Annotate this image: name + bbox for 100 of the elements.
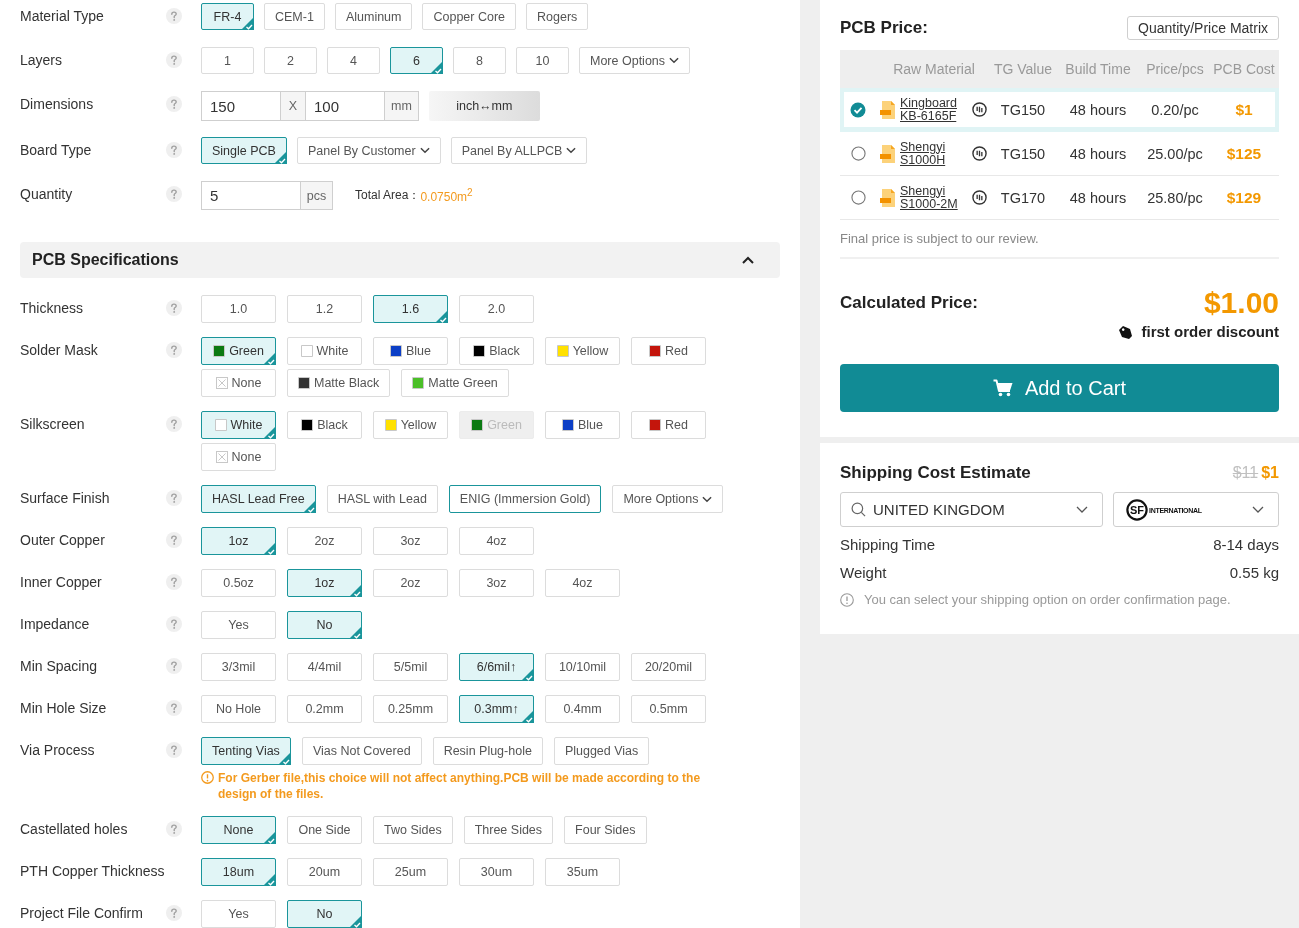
help-icon[interactable] (166, 186, 182, 202)
width-input[interactable]: 100 (306, 91, 385, 121)
option-button[interactable]: 0.5oz (201, 569, 276, 597)
help-icon[interactable] (166, 658, 182, 674)
country-select[interactable]: UNITED KINGDOM (840, 492, 1103, 527)
option-button[interactable]: 2 (264, 47, 317, 74)
option-button[interactable]: 1.6 (373, 295, 448, 323)
option-button[interactable]: Three Sides (463, 816, 554, 844)
option-button[interactable]: Copper Core (422, 3, 517, 30)
help-icon[interactable] (166, 342, 182, 358)
option-button[interactable]: 25um (373, 858, 448, 886)
radio-button-icon[interactable] (850, 146, 866, 161)
help-icon[interactable] (166, 490, 182, 506)
help-icon[interactable] (166, 905, 182, 921)
help-icon[interactable] (166, 8, 182, 24)
length-input[interactable]: 150 (201, 91, 281, 121)
option-button[interactable]: 6/6mil↑ (459, 653, 534, 681)
material-link[interactable]: Shengyi S1000-2M (900, 184, 964, 211)
material-link[interactable]: Kingboard KB-6165F (900, 96, 964, 123)
option-button[interactable]: White (287, 337, 362, 365)
help-icon[interactable] (166, 142, 182, 158)
option-button[interactable]: 10/10mil (545, 653, 620, 681)
radio-checked-icon[interactable] (850, 101, 866, 118)
help-icon[interactable] (166, 616, 182, 632)
option-button[interactable]: 3oz (373, 527, 448, 555)
option-button[interactable]: 20um (287, 858, 362, 886)
option-button[interactable]: FR-4 (201, 3, 254, 30)
option-button[interactable]: 1 (201, 47, 254, 74)
option-button[interactable]: Single PCB (201, 137, 287, 164)
option-button[interactable]: None (201, 369, 276, 397)
option-button[interactable]: HASL with Lead (326, 485, 438, 513)
option-button[interactable]: CEM-1 (264, 3, 325, 30)
help-icon[interactable] (166, 821, 182, 837)
price-matrix-button[interactable]: Quantity/Price Matrix (1127, 16, 1279, 40)
help-icon[interactable] (166, 532, 182, 548)
option-button[interactable]: 1.2 (287, 295, 362, 323)
option-button[interactable]: Blue (545, 411, 620, 439)
option-button[interactable]: Yes (201, 611, 276, 639)
option-button[interactable]: None (201, 816, 276, 844)
help-icon[interactable] (166, 742, 182, 758)
price-row[interactable]: Shengyi S1000-2M TG170 48 hours 25.80/pc $129 (840, 176, 1279, 220)
option-button[interactable]: 8 (453, 47, 506, 74)
option-button[interactable]: 4oz (545, 569, 620, 597)
option-button[interactable]: 0.5mm (631, 695, 706, 723)
chevron-up-icon[interactable] (742, 256, 754, 264)
add-to-cart-button[interactable]: Add to Cart (840, 364, 1279, 412)
option-button[interactable]: 1.0 (201, 295, 276, 323)
dropdown-button[interactable]: More Options (612, 485, 724, 513)
option-button[interactable]: No Hole (201, 695, 276, 723)
option-button[interactable]: 2oz (373, 569, 448, 597)
dropdown-button[interactable]: Panel By ALLPCB (450, 137, 588, 164)
option-button[interactable]: Black (287, 411, 362, 439)
option-button[interactable]: 30um (459, 858, 534, 886)
option-button[interactable]: Matte Green (401, 369, 509, 397)
option-button[interactable]: 2oz (287, 527, 362, 555)
option-button[interactable]: Yes (201, 900, 276, 928)
option-button[interactable]: HASL Lead Free (201, 485, 316, 513)
help-icon[interactable] (166, 300, 182, 316)
unit-convert-button[interactable]: inch↔mm (428, 91, 540, 121)
option-button[interactable]: No (287, 611, 362, 639)
option-button[interactable]: Black (459, 337, 534, 365)
option-button[interactable]: 0.4mm (545, 695, 620, 723)
option-button[interactable]: White (201, 411, 276, 439)
option-button[interactable]: Vias Not Covered (301, 737, 422, 765)
option-button[interactable]: 0.3mm↑ (459, 695, 534, 723)
help-icon[interactable] (166, 96, 182, 112)
option-button[interactable]: Yellow (545, 337, 620, 365)
option-button[interactable]: Blue (373, 337, 448, 365)
price-row[interactable]: Shengyi S1000H TG150 48 hours 25.00/pc $125 (840, 132, 1279, 176)
option-button[interactable]: 1oz (287, 569, 362, 597)
option-button[interactable]: 2.0 (459, 295, 534, 323)
option-button[interactable]: 35um (545, 858, 620, 886)
help-icon[interactable] (166, 574, 182, 590)
radio-button-icon[interactable] (850, 190, 866, 205)
option-button[interactable]: 0.2mm (287, 695, 362, 723)
quantity-input[interactable]: 5 (201, 181, 301, 210)
option-button[interactable]: 20/20mil (631, 653, 706, 681)
option-button[interactable]: One Side (287, 816, 362, 844)
option-button[interactable]: 3/3mil (201, 653, 276, 681)
option-button[interactable]: Yellow (373, 411, 448, 439)
option-button[interactable]: 1oz (201, 527, 276, 555)
option-button[interactable]: 4 (327, 47, 380, 74)
help-icon[interactable] (166, 700, 182, 716)
option-button[interactable]: Tenting Vias (201, 737, 291, 765)
option-button[interactable]: Green (201, 337, 276, 365)
help-icon[interactable] (166, 52, 182, 68)
option-button[interactable]: Plugged Vias (553, 737, 650, 765)
help-icon[interactable] (166, 416, 182, 432)
option-button[interactable]: Red (631, 411, 706, 439)
option-button[interactable]: 0.25mm (373, 695, 448, 723)
section-header[interactable]: PCB Specifications (20, 242, 780, 278)
option-button[interactable]: 4/4mil (287, 653, 362, 681)
option-button[interactable]: 10 (516, 47, 569, 74)
option-button[interactable]: ENIG (Immersion Gold) (448, 485, 602, 513)
option-button[interactable]: Matte Black (287, 369, 391, 397)
option-button[interactable]: Red (631, 337, 706, 365)
dropdown-button[interactable]: Panel By Customer (296, 137, 441, 164)
price-row[interactable]: Kingboard KB-6165F TG150 48 hours 0.20/pc $1 (840, 88, 1279, 132)
option-button[interactable]: 4oz (459, 527, 534, 555)
option-button[interactable]: Resin Plug-hole (432, 737, 543, 765)
